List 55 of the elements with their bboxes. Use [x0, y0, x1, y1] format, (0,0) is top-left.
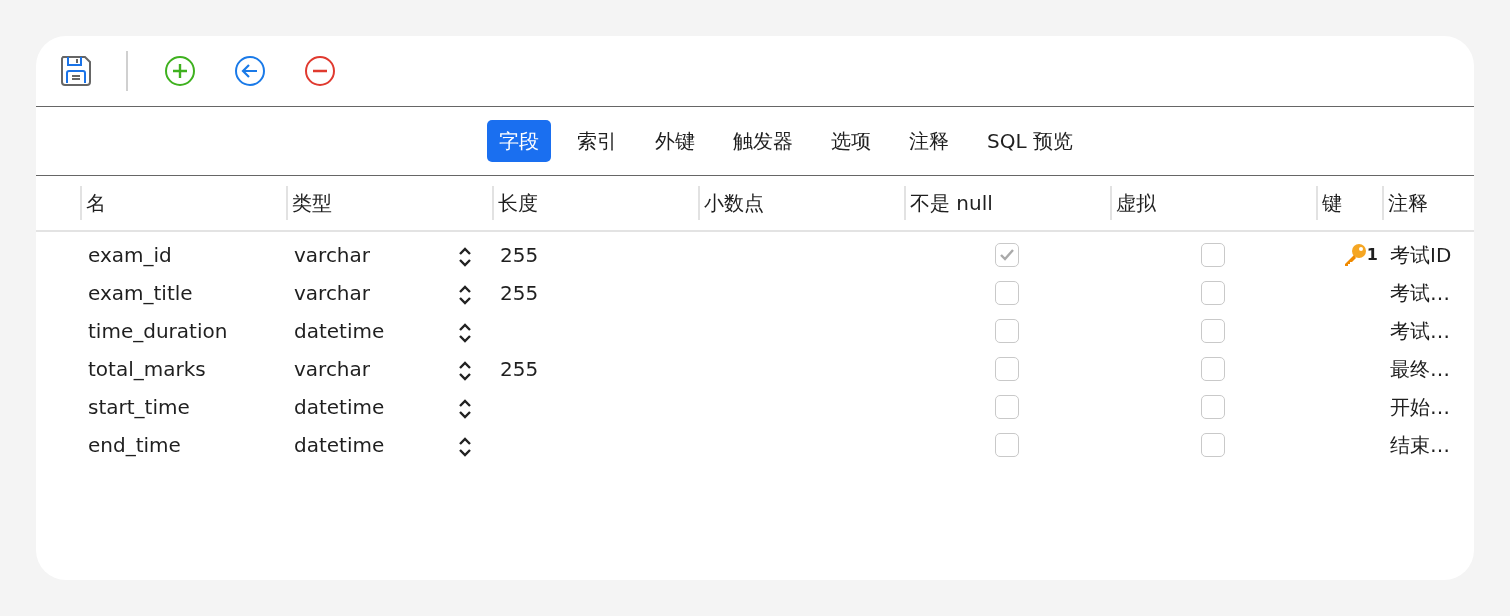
- table-cell: 最终…: [1390, 357, 1450, 381]
- checkbox[interactable]: [995, 319, 1019, 343]
- save-icon[interactable]: [58, 53, 94, 89]
- checkbox[interactable]: [1201, 243, 1225, 267]
- add-icon[interactable]: [162, 53, 198, 89]
- checkbox[interactable]: [995, 357, 1019, 381]
- column-header[interactable]: 不是 null: [904, 186, 1110, 220]
- key-number: 1: [1366, 244, 1378, 266]
- tab[interactable]: SQL 预览: [975, 120, 1085, 162]
- table-cell-text: datetime: [294, 394, 385, 421]
- checkbox[interactable]: [995, 243, 1019, 267]
- table-cell: 255: [500, 357, 539, 381]
- back-arrow-icon[interactable]: [232, 53, 268, 89]
- tab[interactable]: 选项: [819, 120, 884, 162]
- column-header[interactable]: 名: [80, 186, 286, 220]
- checkbox[interactable]: [1201, 319, 1225, 343]
- table-cell: 考试ID: [1390, 243, 1452, 267]
- column-header[interactable]: 注释: [1382, 186, 1474, 220]
- remove-icon[interactable]: [302, 53, 338, 89]
- table-cell: 结束…: [1390, 433, 1450, 457]
- table-cell: 255: [500, 243, 539, 267]
- checkbox[interactable]: [995, 395, 1019, 419]
- table-cell-text: varchar: [294, 356, 371, 383]
- tab[interactable]: 字段: [487, 120, 552, 162]
- tab[interactable]: 外键: [643, 120, 708, 162]
- table-cell: total_marks: [88, 357, 206, 381]
- table-cell: start_time: [88, 395, 190, 419]
- column-header[interactable]: 虚拟: [1110, 186, 1316, 220]
- column-header[interactable]: 键: [1316, 186, 1382, 220]
- checkbox[interactable]: [1201, 281, 1225, 305]
- table-cell: 考试…: [1390, 319, 1450, 343]
- tab[interactable]: 触发器: [721, 120, 806, 162]
- table-cell: 考试…: [1390, 281, 1450, 305]
- column-header[interactable]: 小数点: [698, 186, 904, 220]
- tab[interactable]: 索引: [565, 120, 630, 162]
- table-cell: exam_id: [88, 243, 172, 267]
- checkbox[interactable]: [1201, 395, 1225, 419]
- checkbox[interactable]: [1201, 357, 1225, 381]
- table-cell-text: datetime: [294, 318, 385, 345]
- checkbox[interactable]: [995, 433, 1019, 457]
- primary-key-icon: [1342, 243, 1367, 267]
- table-cell-text: varchar: [294, 242, 371, 269]
- check-icon: [999, 248, 1015, 262]
- table-cell: time_duration: [88, 319, 228, 343]
- checkbox[interactable]: [995, 281, 1019, 305]
- tab[interactable]: 注释: [897, 120, 962, 162]
- column-header[interactable]: 长度: [492, 186, 698, 220]
- table-cell: 255: [500, 281, 539, 305]
- table-cell-text: datetime: [294, 432, 385, 459]
- table-cell: end_time: [88, 433, 181, 457]
- column-header[interactable]: 类型: [286, 186, 492, 220]
- table-cell: exam_title: [88, 281, 193, 305]
- table-cell: 开始…: [1390, 395, 1450, 419]
- table-cell-text: varchar: [294, 280, 371, 307]
- checkbox[interactable]: [1201, 433, 1225, 457]
